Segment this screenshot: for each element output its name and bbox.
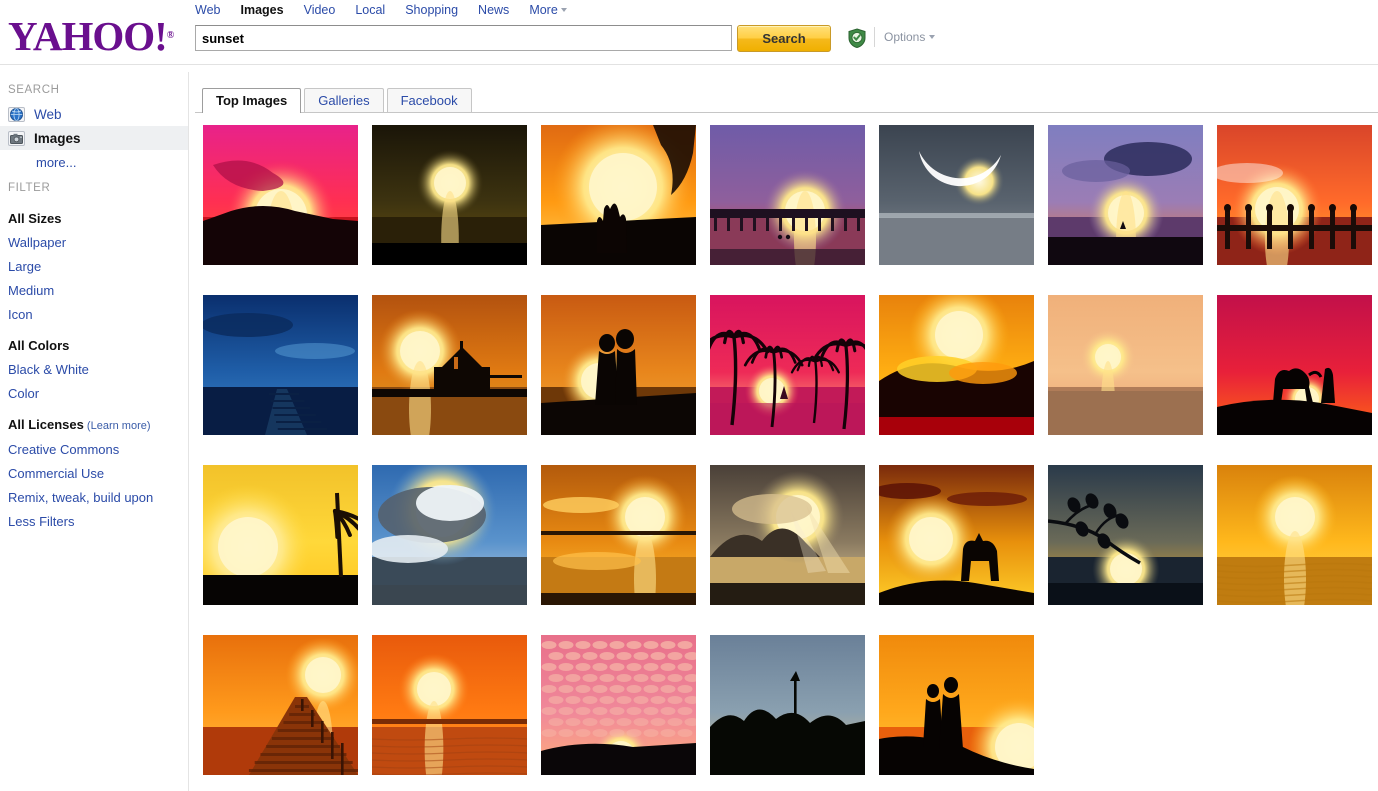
topnav-item-news[interactable]: News	[478, 3, 509, 17]
sidebar-item-images[interactable]: Images	[0, 126, 188, 150]
sidebar-item-label: Web	[34, 106, 62, 122]
topnav-more[interactable]: More	[529, 3, 567, 17]
filter-all-licenses[interactable]: All Licenses (Learn more)	[0, 406, 188, 438]
filter-label: Large	[8, 259, 42, 274]
registered-mark: ®	[166, 30, 175, 41]
learn-more-link[interactable]: (Learn more)	[84, 420, 151, 432]
image-result-3[interactable]	[541, 125, 696, 265]
filter-label: Medium	[8, 283, 55, 298]
filter-label: All Sizes	[8, 211, 62, 226]
options-label: Options	[884, 30, 926, 44]
tab-facebook[interactable]: Facebook	[386, 88, 472, 113]
image-result-19[interactable]	[879, 465, 1034, 605]
image-result-6[interactable]	[1048, 125, 1203, 265]
image-result-15[interactable]	[203, 465, 358, 605]
sidebar-more-link[interactable]: more...	[0, 150, 188, 170]
shield-check-icon[interactable]	[848, 28, 866, 49]
image-result-22[interactable]	[203, 635, 358, 775]
image-result-13[interactable]	[1048, 295, 1203, 435]
filter-label: All Licenses	[8, 417, 84, 432]
filter-commercial-use[interactable]: Commercial Use	[0, 462, 188, 486]
camera-icon	[8, 130, 25, 146]
image-result-8[interactable]	[203, 295, 358, 435]
sidebar-item-web[interactable]: Web	[0, 102, 188, 126]
image-result-4[interactable]	[710, 125, 865, 265]
image-result-11[interactable]	[710, 295, 865, 435]
options-dropdown[interactable]: Options	[884, 30, 936, 44]
image-result-18[interactable]	[710, 465, 865, 605]
image-result-14[interactable]	[1217, 295, 1372, 435]
sidebar: SEARCH Web Images more... FILTER All Size…	[0, 72, 188, 534]
filter-label: Less Filters	[8, 514, 75, 529]
image-result-25[interactable]	[710, 635, 865, 775]
filter-label: Commercial Use	[8, 466, 105, 481]
image-result-1[interactable]	[203, 125, 358, 265]
toolbar-divider	[874, 27, 875, 47]
tab-galleries[interactable]: Galleries	[304, 88, 384, 113]
filter-large[interactable]: Large	[0, 255, 188, 279]
filter-all-sizes[interactable]: All Sizes	[0, 200, 188, 231]
filter-label: Color	[8, 386, 40, 401]
topnav-item-shopping[interactable]: Shopping	[405, 3, 458, 17]
chevron-down-icon	[929, 35, 936, 39]
image-result-16[interactable]	[372, 465, 527, 605]
topnav-item-local[interactable]: Local	[355, 3, 385, 17]
filter-label: Remix, tweak, build upon	[8, 490, 154, 505]
filter-label: Wallpaper	[8, 235, 67, 250]
image-result-9[interactable]	[372, 295, 527, 435]
filter-medium[interactable]: Medium	[0, 279, 188, 303]
filter-label: Creative Commons	[8, 442, 120, 457]
search-input[interactable]	[195, 25, 732, 51]
topnav-item-web[interactable]: Web	[195, 3, 220, 17]
filter-label: Black & White	[8, 362, 89, 377]
image-result-21[interactable]	[1217, 465, 1372, 605]
sidebar-search-heading: SEARCH	[8, 84, 60, 96]
filter-less-filters[interactable]: Less Filters	[0, 510, 188, 534]
image-result-26[interactable]	[879, 635, 1034, 775]
image-result-23[interactable]	[372, 635, 527, 775]
filter-wallpaper[interactable]: Wallpaper	[0, 231, 188, 255]
globe-icon	[8, 106, 25, 122]
logo-text: YAHOO!	[8, 13, 168, 59]
image-result-20[interactable]	[1048, 465, 1203, 605]
image-result-10[interactable]	[541, 295, 696, 435]
filter-color[interactable]: Color	[0, 382, 188, 406]
image-result-5[interactable]	[879, 125, 1034, 265]
image-result-2[interactable]	[372, 125, 527, 265]
sidebar-item-label: Images	[34, 130, 81, 146]
top-navigation: Web Images Video Local Shopping News More	[195, 0, 567, 20]
topnav-item-more[interactable]: More	[529, 3, 557, 17]
filter-label: Icon	[8, 307, 33, 322]
filter-remix-tweak-build-upon[interactable]: Remix, tweak, build upon	[0, 486, 188, 510]
image-result-17[interactable]	[541, 465, 696, 605]
result-tabs: Top Images Galleries Facebook	[202, 88, 475, 113]
tab-top-images[interactable]: Top Images	[202, 88, 302, 113]
image-result-24[interactable]	[541, 635, 696, 775]
filter-icon[interactable]: Icon	[0, 303, 188, 327]
chevron-down-icon	[560, 8, 567, 12]
image-result-7[interactable]	[1217, 125, 1372, 265]
filter-black-white[interactable]: Black & White	[0, 358, 188, 382]
filter-creative-commons[interactable]: Creative Commons	[0, 438, 188, 462]
sidebar-filter-heading: FILTER	[8, 182, 51, 194]
filter-label: All Colors	[8, 338, 70, 353]
topnav-item-images[interactable]: Images	[240, 3, 283, 17]
yahoo-logo[interactable]: YAHOO!®	[8, 14, 183, 58]
header-divider	[0, 64, 1378, 65]
tabs-divider	[195, 112, 1378, 113]
image-results-grid	[203, 125, 1378, 775]
filter-all-colors[interactable]: All Colors	[0, 327, 188, 358]
sidebar-divider	[188, 72, 189, 791]
topnav-item-video[interactable]: Video	[304, 3, 336, 17]
image-result-12[interactable]	[879, 295, 1034, 435]
search-button[interactable]: Search	[737, 25, 831, 52]
